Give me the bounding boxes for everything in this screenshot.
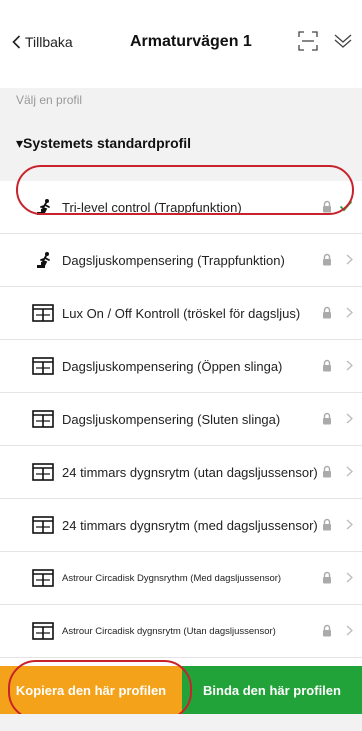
window-sensor-icon: [32, 357, 54, 375]
chevron-right-icon: [346, 466, 353, 477]
lock-icon: [323, 624, 331, 637]
copy-profile-button[interactable]: Kopiera den här profilen: [0, 666, 182, 714]
profile-label: Astrour Circadisk Dygnsrythm (Med dagslj…: [62, 572, 282, 584]
stairs-runner-icon: [33, 199, 50, 215]
list-item[interactable]: Lux On / Off Kontroll (tröskel för dagsl…: [0, 287, 362, 340]
profile-label: Astrour Circadisk dygnsrytm (Utan dagslj…: [62, 625, 276, 637]
section-subtitle: Välj en profil: [16, 93, 83, 107]
chevron-right-icon: [346, 413, 353, 424]
list-item[interactable]: Astrour Circadisk dygnsrytm (Utan dagslj…: [0, 605, 362, 658]
profile-label: Dagsljuskompensering (Sluten slinga): [62, 411, 281, 427]
checkmark-icon: [339, 200, 353, 212]
bottom-bar: [0, 714, 362, 731]
back-button[interactable]: Tillbaka: [12, 34, 73, 50]
header-bar: Tillbaka Armaturvägen 1: [0, 0, 362, 88]
profile-label: Tri-level control (Trappfunktion): [62, 199, 242, 215]
lock-icon: [323, 359, 331, 372]
lock-icon: [323, 518, 331, 531]
profile-label: 24 timmars dygnsrytm (med dagsljussensor…: [62, 517, 318, 533]
lock-icon: [323, 571, 331, 584]
profile-list: Tri-level control (Trappfunktion) Dagslj…: [0, 181, 362, 658]
scan-icon[interactable]: [298, 31, 318, 51]
chevron-left-icon: [12, 35, 21, 49]
lock-icon: [323, 253, 331, 266]
window-sensor-icon: [32, 569, 54, 587]
chevron-right-icon: [346, 519, 353, 530]
lock-icon: [323, 412, 331, 425]
chevron-right-icon: [346, 572, 353, 583]
list-item[interactable]: Dagsljuskompensering (Öppen slinga): [0, 340, 362, 393]
chevron-double-down-icon[interactable]: [334, 33, 352, 49]
list-item[interactable]: Tri-level control (Trappfunktion): [0, 181, 362, 234]
chevron-right-icon: [346, 360, 353, 371]
chevron-right-icon: [346, 625, 353, 636]
window-sensor-icon: [32, 304, 54, 322]
lock-icon: [323, 465, 331, 478]
list-item[interactable]: Dagsljuskompensering (Trappfunktion): [0, 234, 362, 287]
profile-label: 24 timmars dygnsrytm (utan dagsljussenso…: [62, 464, 318, 480]
window-sensor-icon: [32, 516, 54, 534]
list-item[interactable]: Dagsljuskompensering (Sluten slinga): [0, 393, 362, 446]
window-sensor-icon: [32, 622, 54, 640]
window-sensor-icon: [32, 463, 54, 481]
list-item[interactable]: 24 timmars dygnsrytm (med dagsljussensor…: [0, 499, 362, 552]
chevron-right-icon: [346, 254, 353, 265]
back-label: Tillbaka: [25, 34, 73, 50]
profile-label: Lux On / Off Kontroll (tröskel för dagsl…: [62, 305, 301, 321]
window-sensor-icon: [32, 410, 54, 428]
lock-icon: [323, 200, 331, 213]
profile-label: Dagsljuskompensering (Trappfunktion): [62, 252, 285, 268]
chevron-right-icon: [346, 307, 353, 318]
group-title-toggle[interactable]: ▾Systemets standardprofil: [16, 135, 191, 152]
page-title: Armaturvägen 1: [130, 33, 252, 50]
list-item[interactable]: Astrour Circadisk Dygnsrythm (Med dagslj…: [0, 552, 362, 605]
stairs-runner-icon: [33, 252, 50, 268]
footer-actions: Kopiera den här profilen Binda den här p…: [0, 666, 362, 714]
list-item[interactable]: 24 timmars dygnsrytm (utan dagsljussenso…: [0, 446, 362, 499]
profile-label: Dagsljuskompensering (Öppen slinga): [62, 358, 283, 374]
bind-profile-button[interactable]: Binda den här profilen: [182, 666, 362, 714]
lock-icon: [323, 306, 331, 319]
